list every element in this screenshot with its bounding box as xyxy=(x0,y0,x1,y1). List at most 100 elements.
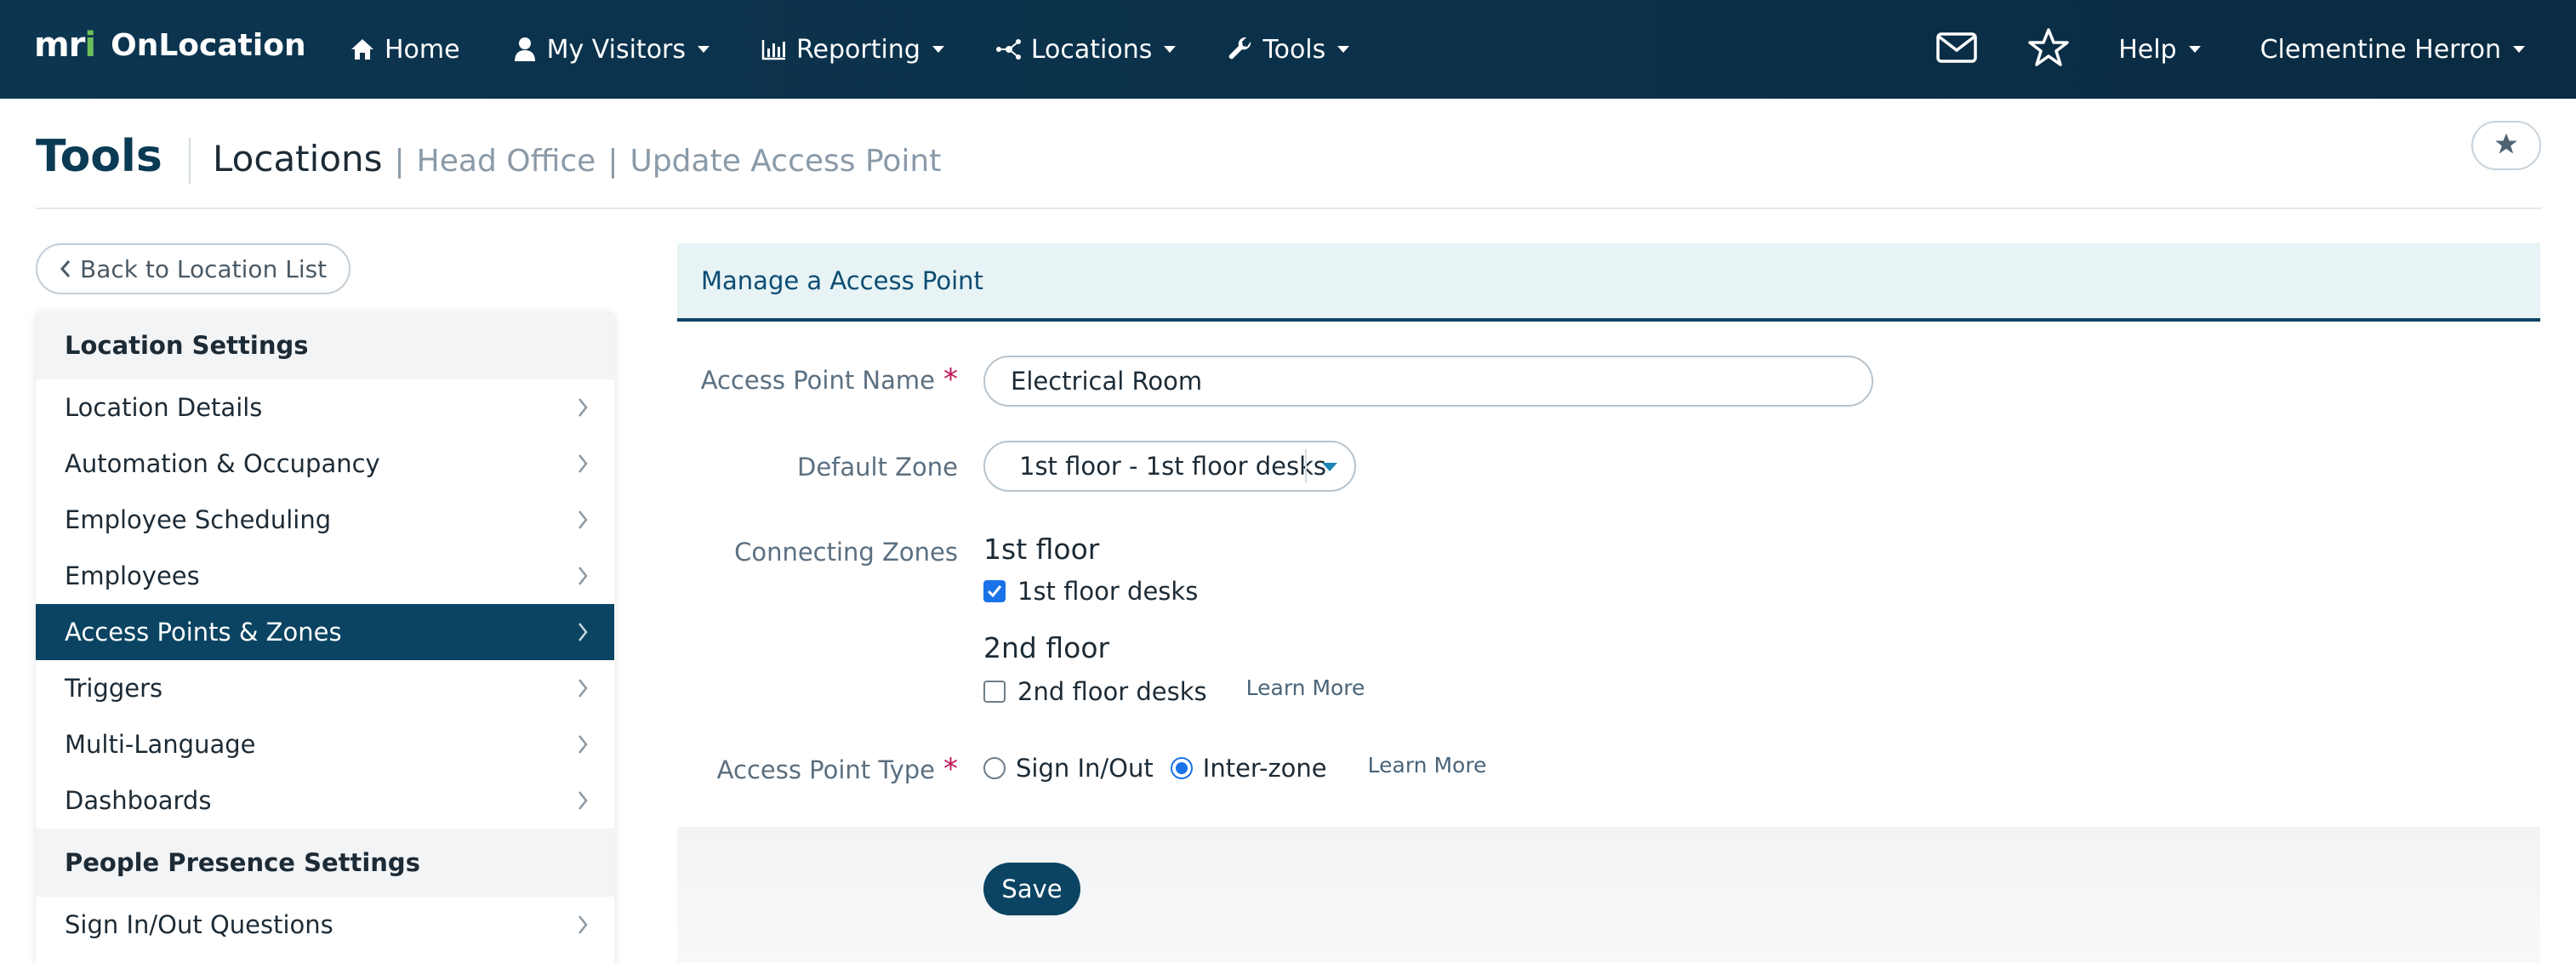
access-point-type-options: Sign In/Out Inter-zone Learn More xyxy=(983,753,1487,783)
chevron-down-icon xyxy=(698,46,710,53)
home-icon xyxy=(349,36,376,63)
zone-group-1st-floor: 1st floor xyxy=(983,533,1100,566)
breadcrumb-separator: | xyxy=(394,144,405,179)
chevron-down-icon xyxy=(1164,46,1177,53)
sidebar-section-location-settings: Location Settings xyxy=(36,311,614,379)
default-zone-value: 1st floor - 1st floor desks xyxy=(1019,452,1327,481)
nav-home-label: Home xyxy=(385,34,460,65)
sidebar-item-multi-language[interactable]: Multi-Language xyxy=(36,716,614,772)
zone-option-1st-floor-desks[interactable]: 1st floor desks xyxy=(983,577,1198,606)
messages-button[interactable] xyxy=(1935,27,1979,71)
chevron-down-icon xyxy=(1337,46,1350,53)
default-zone-select[interactable]: 1st floor - 1st floor desks xyxy=(983,441,1356,492)
chevron-right-icon xyxy=(577,790,589,811)
required-asterisk: * xyxy=(943,752,958,786)
chevron-right-icon xyxy=(577,678,589,698)
title-divider xyxy=(189,138,191,184)
envelope-icon xyxy=(1936,32,1977,66)
sidebar-item-label: Access Points & Zones xyxy=(65,618,342,647)
dropdown-arrow-icon xyxy=(1322,463,1337,471)
user-icon xyxy=(511,36,539,63)
sidebar-item-dashboards[interactable]: Dashboards xyxy=(36,772,614,829)
breadcrumb-locations: Locations xyxy=(213,138,383,179)
settings-sidebar: Location Settings Location Details Autom… xyxy=(36,311,614,963)
brand-logo[interactable]: mri OnLocation xyxy=(34,26,306,65)
sidebar-item-automation-occupancy[interactable]: Automation & Occupancy xyxy=(36,436,614,492)
logo-letters-mr: mr xyxy=(34,26,85,65)
wrench-icon xyxy=(1227,36,1254,63)
chevron-down-icon xyxy=(2188,46,2201,53)
sidebar-item-label: Sign In/Out Questions xyxy=(65,910,333,939)
top-navbar: mri OnLocation Home My Visitors Reportin… xyxy=(0,0,2576,99)
access-point-type-label-text: Access Point Type xyxy=(716,755,935,784)
checkbox-checked-icon[interactable] xyxy=(983,580,1006,602)
nav-locations-label: Locations xyxy=(1030,34,1153,65)
radio-sign-in-out-label: Sign In/Out xyxy=(1016,754,1154,783)
logo-letter-i: i xyxy=(84,26,96,65)
page-title: Tools xyxy=(36,131,162,182)
radio-sign-in-out[interactable] xyxy=(983,757,1006,779)
required-asterisk: * xyxy=(943,362,958,396)
nav-tools-label: Tools xyxy=(1262,34,1326,65)
save-button[interactable]: Save xyxy=(983,863,1080,915)
sidebar-item-label: Multi-Language xyxy=(65,730,256,759)
nav-home[interactable]: Home xyxy=(349,35,460,65)
sidebar-item-label: Dashboards xyxy=(65,786,212,815)
sidebar-item-label: Triggers xyxy=(65,674,163,703)
favorites-button[interactable] xyxy=(2026,27,2071,71)
access-point-form-panel: Manage a Access Point Access Point Name *… xyxy=(677,243,2540,963)
sidebar-item-label: Employee Scheduling xyxy=(65,505,332,534)
sidebar-item-location-details[interactable]: Location Details xyxy=(36,379,614,436)
learn-more-zones-link[interactable]: Learn More xyxy=(1246,675,1365,700)
default-zone-label: Default Zone xyxy=(796,453,958,482)
chevron-right-icon xyxy=(577,566,589,586)
star-icon xyxy=(2493,132,2519,159)
zone-option-2nd-floor-desks[interactable]: 2nd floor desks Learn More xyxy=(983,675,1365,706)
select-divider xyxy=(1305,449,1307,483)
bar-chart-icon xyxy=(761,36,788,63)
sidebar-item-label: Employees xyxy=(65,561,200,590)
app-name: OnLocation xyxy=(111,27,306,63)
radio-selected-dot xyxy=(1175,762,1188,774)
radio-inter-zone-label: Inter-zone xyxy=(1202,754,1327,783)
sidebar-item-sign-in-out-questions[interactable]: Sign In/Out Questions xyxy=(36,897,614,953)
zone-option-label: 1st floor desks xyxy=(1017,577,1199,606)
form-footer xyxy=(677,827,2540,963)
access-point-type-label: Access Point Type * xyxy=(677,752,958,786)
nav-reporting[interactable]: Reporting xyxy=(761,35,944,65)
sidebar-item-triggers[interactable]: Triggers xyxy=(36,660,614,716)
nav-my-visitors-label: My Visitors xyxy=(546,34,687,65)
back-to-location-list-button[interactable]: Back to Location List xyxy=(36,243,351,294)
breadcrumb: Locations | Head Office | Update Access … xyxy=(213,138,941,179)
favorite-page-button[interactable] xyxy=(2471,121,2541,170)
zone-option-label: 2nd floor desks xyxy=(1017,677,1207,706)
chevron-right-icon xyxy=(577,397,589,418)
access-point-name-input[interactable] xyxy=(983,356,1873,407)
chevron-left-icon xyxy=(60,259,71,278)
user-name: Clementine Herron xyxy=(2260,34,2501,65)
nav-help-label: Help xyxy=(2118,34,2177,65)
user-menu[interactable]: Clementine Herron xyxy=(2260,35,2525,65)
sidebar-item-label: Location Details xyxy=(65,393,263,422)
chevron-right-icon xyxy=(577,510,589,530)
checkbox-empty-icon[interactable] xyxy=(983,681,1006,703)
chevron-right-icon xyxy=(577,622,589,642)
sidebar-item-access-points-zones[interactable]: Access Points & Zones xyxy=(36,604,614,660)
main-menu: Home My Visitors Reporting Locations Too… xyxy=(349,0,1400,99)
zone-group-2nd-floor: 2nd floor xyxy=(983,631,1110,664)
mri-logo-mark: mri xyxy=(34,26,96,65)
page-header: Tools Locations | Head Office | Update A… xyxy=(36,119,2541,209)
sidebar-item-employees[interactable]: Employees xyxy=(36,548,614,604)
chevron-right-icon xyxy=(577,734,589,755)
nav-my-visitors[interactable]: My Visitors xyxy=(511,35,710,65)
sidebar-item-label: Automation & Occupancy xyxy=(65,449,380,478)
nav-help[interactable]: Help xyxy=(2118,34,2201,65)
chevron-right-icon xyxy=(577,915,589,935)
chevron-right-icon xyxy=(577,453,589,474)
nav-tools[interactable]: Tools xyxy=(1227,34,1350,65)
sidebar-item-employee-scheduling[interactable]: Employee Scheduling xyxy=(36,492,614,548)
radio-inter-zone[interactable] xyxy=(1170,757,1193,779)
learn-more-type-link[interactable]: Learn More xyxy=(1368,753,1487,778)
nav-locations[interactable]: Locations xyxy=(995,35,1177,65)
nav-reporting-label: Reporting xyxy=(796,34,920,65)
